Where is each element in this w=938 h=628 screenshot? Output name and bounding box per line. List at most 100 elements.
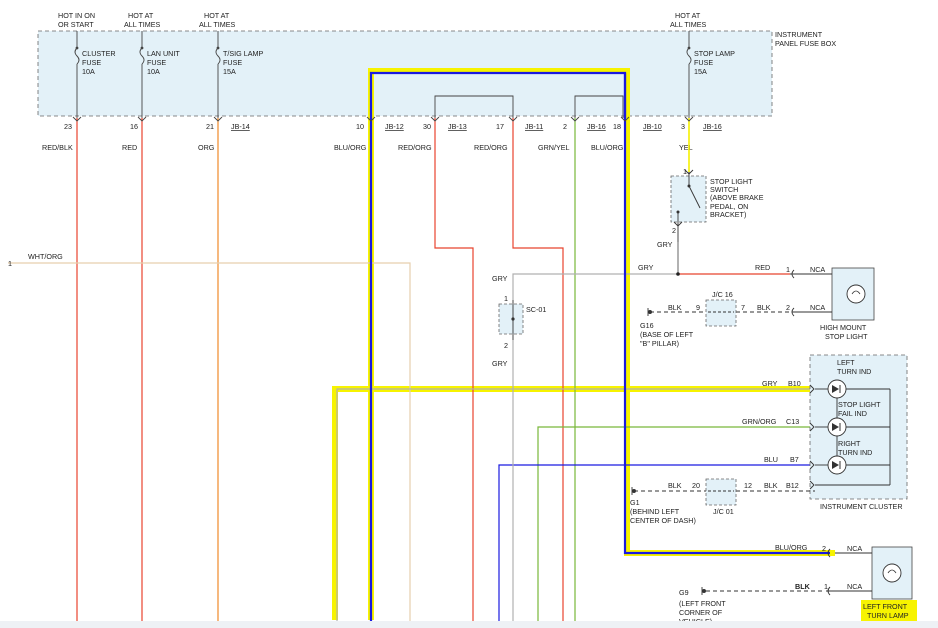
pin-30: 30: [423, 122, 431, 131]
cluster-right-turn-1: RIGHT: [838, 439, 861, 448]
sc01-pin-bottom: 2: [504, 341, 508, 350]
g16-label-3: "B" PILLAR): [640, 339, 679, 348]
cluster-left-turn-2: TURN IND: [837, 367, 871, 376]
wire-label-yel: YEL: [679, 143, 693, 152]
fuse2-rating: 10A: [147, 67, 160, 76]
front-lamp-nca-2: NCA: [847, 582, 862, 591]
stop-light-fail-ind-icon: [827, 417, 847, 437]
wire-label-blu-org-1: BLU/ORG: [334, 143, 367, 152]
fuse3-hot-line2: ALL TIMES: [199, 20, 236, 29]
front-lamp-pin-2: 2: [822, 544, 826, 553]
g1-label-1: G1: [630, 498, 640, 507]
high-mount-nca-2: NCA: [810, 303, 825, 312]
wire-label-red-org-1: RED/ORG: [398, 143, 432, 152]
fuse3-hot-line1: HOT AT: [204, 11, 230, 20]
wire-blu-org-front-lamp: [369, 71, 830, 625]
stop-switch-pin-1: 1: [683, 167, 687, 176]
high-mount-label-1: HIGH MOUNT: [820, 323, 867, 332]
cluster-left-turn-1: LEFT: [837, 358, 855, 367]
wire-label-blu-org-2: BLU/ORG: [591, 143, 624, 152]
front-lamp-bulb-icon: [882, 563, 902, 583]
g16-wire-blk: BLK: [668, 303, 682, 312]
cluster-wire-blk: BLK: [764, 481, 778, 490]
fuse3-rating: 15A: [223, 67, 236, 76]
front-lamp-nca-1: NCA: [847, 544, 862, 553]
cluster-wire-grn-org: GRN/ORG: [742, 417, 777, 426]
cluster-pin-b12: B12: [786, 481, 799, 490]
conn-jb-16b: JB-16: [703, 122, 722, 131]
cluster-wire-blu: BLU: [764, 455, 778, 464]
jc01-label: J/C 01: [713, 507, 734, 516]
conn-jb-16a: JB-16: [587, 122, 606, 131]
horizontal-scrollbar[interactable]: [0, 621, 938, 628]
stop-switch-label-3: (ABOVE BRAKE: [710, 193, 764, 202]
conn-jb-10: JB-10: [643, 122, 662, 131]
cluster-pin-b10: B10: [788, 379, 801, 388]
g9-label-2: (LEFT FRONT: [679, 599, 726, 608]
pin-18: 18: [613, 122, 621, 131]
fuse1-name-line2: FUSE: [82, 58, 101, 67]
stop-switch-pin-2: 2: [672, 226, 676, 235]
sc01-wire-top: GRY: [492, 274, 508, 283]
conn-jb-11: JB-11: [525, 122, 543, 131]
high-mount-nca-1: NCA: [810, 265, 825, 274]
wire-wht-org: [8, 262, 411, 625]
stop-switch-wire-gry: GRY: [657, 240, 673, 249]
fuse2-hot-line1: HOT AT: [128, 11, 154, 20]
g9-label-3: CORNER OF: [679, 608, 723, 617]
cluster-pin-b7: B7: [790, 455, 799, 464]
high-mount-bulb-icon: [846, 284, 866, 304]
wire-label-red-blk: RED/BLK: [42, 143, 73, 152]
high-mount-pin-1: 1: [786, 265, 790, 274]
g1-label-2: (BEHIND LEFT: [630, 507, 680, 516]
wire-label-org: ORG: [198, 143, 215, 152]
high-mount-wire-blk: BLK: [757, 303, 771, 312]
g1-wire-blk: BLK: [668, 481, 682, 490]
fuse2-hot-line2: ALL TIMES: [124, 20, 161, 29]
fuse2-name-line2: FUSE: [147, 58, 166, 67]
jc01-pin-right: 12: [744, 481, 752, 490]
wire-label-red: RED: [122, 143, 137, 152]
front-lamp-wire-blk: BLK: [795, 582, 811, 591]
right-turn-ind-icon: [827, 455, 847, 475]
sc01-pin-top: 1: [504, 294, 508, 303]
front-lamp-pin-1: 1: [824, 582, 828, 591]
junction-jc-16: [705, 299, 737, 327]
wiring-diagram: INSTRUMENT PANEL FUSE BOX HOT IN ON OR S…: [0, 11, 938, 628]
pin-10: 10: [356, 122, 364, 131]
sc01-label: SC-01: [526, 305, 546, 314]
high-mount-pin-2: 2: [786, 303, 790, 312]
fuse-box-label-line2: PANEL FUSE BOX: [775, 39, 836, 48]
wire-gry-sc01-top: [512, 273, 678, 300]
high-mount-label-2: STOP LIGHT: [825, 332, 868, 341]
conn-jb-14: JB-14: [231, 122, 250, 131]
front-lamp-wire-blu-org: BLU/ORG: [775, 543, 808, 552]
jc16-pin-right: 7: [741, 303, 745, 312]
fuse4-name-line2: FUSE: [694, 58, 713, 67]
fuse1-hot-line1: HOT IN ON: [58, 11, 95, 20]
conn-jb-13: JB-13: [448, 122, 467, 131]
cluster-wire-gry: GRY: [762, 379, 778, 388]
fuse3-name-line2: FUSE: [223, 58, 242, 67]
pin-23: 23: [64, 122, 72, 131]
highlight-blu-org-circuit: [368, 68, 835, 620]
g16-label-2: (BASE OF LEFT: [640, 330, 694, 339]
pin-16: 16: [130, 122, 138, 131]
jc01-pin-left: 20: [692, 481, 700, 490]
front-lamp-label-1: LEFT FRONT: [863, 602, 908, 611]
stop-switch-label-5: BRACKET): [710, 210, 746, 219]
cluster-title: INSTRUMENT CLUSTER: [820, 502, 903, 511]
fuse3-name-line1: T/SIG LAMP: [223, 49, 264, 58]
left-wire-pin: 1: [8, 259, 12, 268]
wire-label-grn-yel: GRN/YEL: [538, 143, 570, 152]
pin-3: 3: [681, 122, 685, 131]
wire-label-red-org-2: RED/ORG: [474, 143, 508, 152]
fuse4-name-line1: STOP LAMP: [694, 49, 735, 58]
jc16-pin-left: 9: [696, 303, 700, 312]
junction-jc-01: [705, 478, 737, 506]
high-mount-wire-gry: GRY: [638, 263, 654, 272]
splice-sc-01: [498, 303, 524, 335]
sc01-wire-bottom: GRY: [492, 359, 508, 368]
cluster-stop-fail-1: STOP LIGHT: [838, 400, 881, 409]
left-wire-color: WHT/ORG: [28, 252, 63, 261]
